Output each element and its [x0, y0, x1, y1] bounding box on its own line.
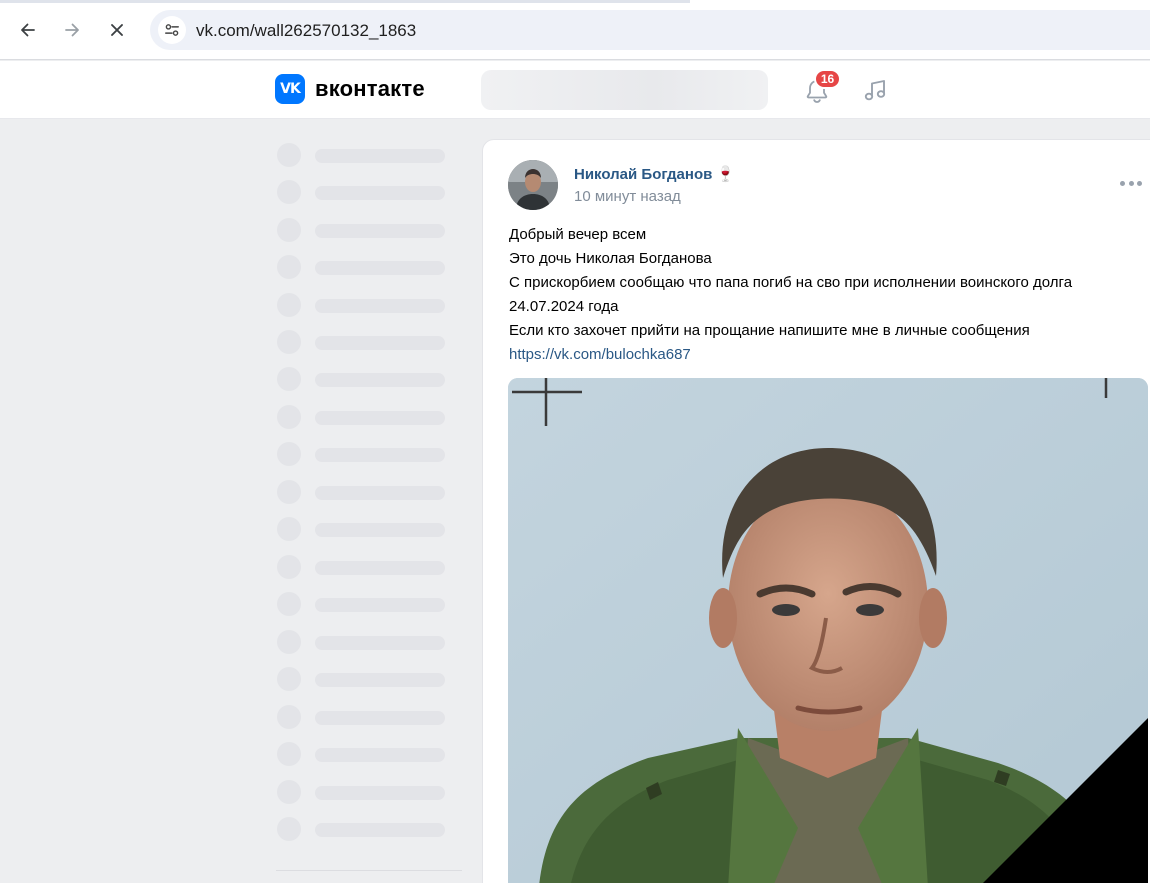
- sidebar-skeleton-item: [276, 741, 466, 766]
- sidebar-skeleton-item: [276, 366, 466, 391]
- post-text: Добрый вечер всем Это дочь Николая Богда…: [509, 223, 1149, 367]
- forward-arrow-icon: [65, 23, 79, 37]
- notifications-badge[interactable]: 16: [814, 69, 841, 89]
- tab-strip: [0, 0, 1150, 3]
- post-text-line: С прискорбием сообщаю что папа погиб на …: [509, 274, 1073, 291]
- sidebar-skeleton-item: [276, 254, 466, 279]
- browser-toolbar: vk.com/wall262570132_1863: [0, 0, 1150, 60]
- post-text-line: Если кто захочет прийти на прощание напи…: [509, 322, 1030, 339]
- forward-button[interactable]: [56, 14, 88, 46]
- address-bar[interactable]: vk.com/wall262570132_1863: [150, 10, 1150, 50]
- sidebar-skeleton-item: [276, 629, 466, 654]
- sidebar-skeleton-item: [276, 779, 466, 804]
- vk-header: VK вконтакте 16: [0, 61, 1150, 119]
- vk-logo[interactable]: VK вконтакте: [275, 74, 425, 104]
- sidebar-skeleton-item: [276, 292, 466, 317]
- author-name[interactable]: Николай Богданов 🍷: [574, 165, 735, 183]
- sidebar-skeleton-item: [276, 329, 466, 354]
- vk-logo-text: вконтакте: [315, 76, 425, 101]
- more-icon[interactable]: [1120, 178, 1142, 188]
- sidebar-skeleton-item: [276, 404, 466, 429]
- close-icon: [111, 24, 123, 36]
- music-icon[interactable]: [862, 76, 890, 104]
- post-text-line: Это дочь Николая Богданова: [509, 250, 712, 267]
- sidebar-skeleton-item: [276, 217, 466, 242]
- sidebar-skeleton-item: [276, 479, 466, 504]
- sidebar-skeleton-item: [276, 704, 466, 729]
- sidebar-skeleton-item: [276, 441, 466, 466]
- site-info-icon: [165, 24, 179, 36]
- sidebar-skeleton-item: [276, 666, 466, 691]
- post-text-line: Добрый вечер всем: [509, 226, 647, 243]
- avatar[interactable]: [508, 160, 558, 210]
- back-button[interactable]: [12, 14, 44, 46]
- sidebar-skeleton-item: [276, 516, 466, 541]
- sidebar-skeleton-item: [276, 142, 466, 167]
- post-time[interactable]: 10 минут назад: [574, 188, 681, 205]
- vk-logo-mark: VK: [275, 74, 305, 104]
- sidebar-skeleton-item: [276, 179, 466, 204]
- sidebar-skeleton-item: [276, 554, 466, 579]
- back-arrow-icon: [21, 23, 35, 37]
- sidebar-skeleton-item: [276, 591, 466, 616]
- post-text-line: 24.07.2024 года: [509, 298, 619, 315]
- sidebar-skeleton-item: [276, 816, 466, 841]
- wall-post: Николай Богданов 🍷 10 минут назад Добрый …: [482, 139, 1150, 883]
- stop-loading-button[interactable]: [101, 14, 133, 46]
- post-link[interactable]: https://vk.com/bulochka687: [509, 346, 691, 363]
- post-photo[interactable]: [508, 378, 1148, 883]
- author-emoji: 🍷: [716, 166, 736, 183]
- search-input[interactable]: [481, 70, 768, 110]
- url-text[interactable]: vk.com/wall262570132_1863: [196, 21, 416, 41]
- sidebar-divider: [276, 870, 462, 871]
- site-info-button[interactable]: [158, 16, 186, 44]
